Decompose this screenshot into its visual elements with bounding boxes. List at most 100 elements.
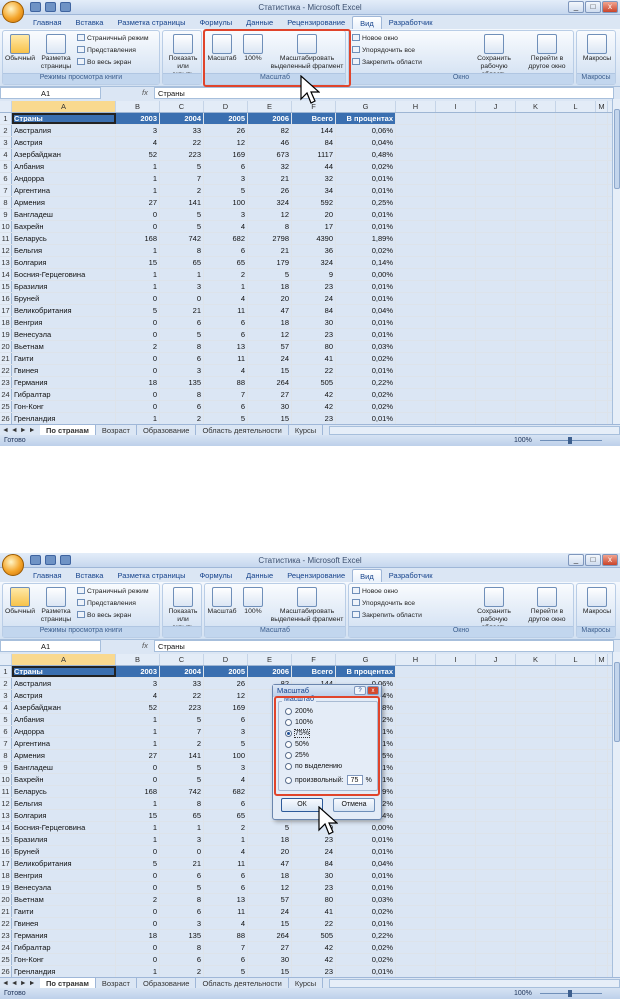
cell[interactable]: 0 — [116, 317, 160, 328]
cell[interactable]: 52 — [116, 702, 160, 713]
empty-cell[interactable] — [596, 125, 608, 136]
row-number[interactable]: 2 — [0, 125, 12, 136]
cell[interactable]: Бельгия — [12, 245, 116, 256]
row-number[interactable]: 13 — [0, 810, 12, 821]
dialog-close-icon[interactable]: x — [367, 686, 379, 695]
empty-cell[interactable] — [556, 954, 596, 965]
cell[interactable]: 12 — [248, 882, 292, 893]
empty-cell[interactable] — [476, 762, 516, 773]
header-cell[interactable]: 2004 — [160, 666, 204, 677]
empty-cell[interactable] — [396, 257, 436, 268]
cell[interactable]: 21 — [160, 305, 204, 316]
cell[interactable]: 5 — [160, 221, 204, 232]
cell[interactable]: 47 — [248, 305, 292, 316]
minimize-button[interactable]: _ — [568, 554, 584, 566]
new-window-button[interactable]: Новое окно — [352, 587, 398, 596]
cell[interactable]: Гибралтар — [12, 389, 116, 400]
empty-cell[interactable] — [516, 798, 556, 809]
cell[interactable]: 1 — [116, 185, 160, 196]
vertical-scrollbar[interactable] — [612, 652, 620, 980]
formula-bar[interactable]: Страны — [154, 640, 614, 652]
cell[interactable]: 1 — [116, 161, 160, 172]
office-button[interactable] — [2, 554, 24, 576]
column-header[interactable]: G — [336, 101, 396, 112]
column-header[interactable]: A — [12, 101, 116, 112]
empty-cell[interactable] — [516, 942, 556, 953]
empty-cell[interactable] — [516, 173, 556, 184]
cell[interactable]: Болгария — [12, 257, 116, 268]
empty-cell[interactable] — [596, 221, 608, 232]
cell[interactable]: 6 — [160, 353, 204, 364]
cell[interactable]: 11 — [204, 353, 248, 364]
switch-windows-button[interactable]: Перейти в другое окно — [521, 587, 573, 624]
cell[interactable]: 0,01% — [336, 317, 396, 328]
cell[interactable]: 41 — [292, 353, 336, 364]
empty-cell[interactable] — [476, 966, 516, 977]
empty-cell[interactable] — [396, 906, 436, 917]
empty-cell[interactable] — [516, 762, 556, 773]
cell[interactable]: 12 — [248, 329, 292, 340]
cell[interactable]: 65 — [204, 810, 248, 821]
cell[interactable]: 0,06% — [336, 125, 396, 136]
header-cell[interactable]: Всего — [292, 113, 336, 124]
cell[interactable]: 11 — [204, 305, 248, 316]
row-number[interactable]: 3 — [0, 690, 12, 701]
empty-cell[interactable] — [476, 257, 516, 268]
empty-cell[interactable] — [516, 353, 556, 364]
tab-view[interactable]: Вид — [352, 16, 382, 29]
tab-insert[interactable]: Вставка — [69, 16, 111, 29]
cell[interactable]: 42 — [292, 389, 336, 400]
empty-cell[interactable] — [396, 161, 436, 172]
empty-cell[interactable] — [396, 281, 436, 292]
cell[interactable]: 0,01% — [336, 870, 396, 881]
cell[interactable]: 4 — [116, 690, 160, 701]
empty-cell[interactable] — [476, 750, 516, 761]
cell[interactable]: 682 — [204, 786, 248, 797]
empty-cell[interactable] — [516, 125, 556, 136]
cell[interactable]: Венгрия — [12, 870, 116, 881]
empty-cell[interactable] — [436, 786, 476, 797]
cell[interactable]: 46 — [248, 137, 292, 148]
cell[interactable]: Германия — [12, 377, 116, 388]
cell[interactable]: 65 — [160, 810, 204, 821]
zoom-slider[interactable] — [540, 990, 602, 997]
row-number[interactable]: 3 — [0, 137, 12, 148]
cell[interactable]: 0,01% — [336, 329, 396, 340]
zoom-slider-thumb[interactable] — [568, 990, 572, 997]
sheet-tab-activity[interactable]: Область деятельности — [196, 424, 289, 436]
cell[interactable]: 5 — [204, 185, 248, 196]
empty-cell[interactable] — [596, 954, 608, 965]
empty-cell[interactable] — [556, 882, 596, 893]
tab-home[interactable]: Главная — [26, 569, 69, 582]
option-200[interactable]: 200% — [285, 708, 313, 715]
sheet-nav-arrows[interactable]: ◄ ◄ ► ► — [0, 980, 40, 987]
cell[interactable]: Великобритания — [12, 858, 116, 869]
cell[interactable]: 8 — [160, 245, 204, 256]
empty-cell[interactable] — [436, 714, 476, 725]
cell[interactable]: 5 — [160, 714, 204, 725]
empty-cell[interactable] — [556, 209, 596, 220]
cell[interactable]: 20 — [248, 293, 292, 304]
zoom-slider[interactable] — [540, 437, 602, 444]
empty-cell[interactable] — [516, 305, 556, 316]
empty-cell[interactable] — [516, 714, 556, 725]
cell[interactable]: 23 — [292, 882, 336, 893]
empty-cell[interactable] — [436, 894, 476, 905]
empty-cell[interactable] — [516, 317, 556, 328]
row-number[interactable]: 8 — [0, 750, 12, 761]
cell[interactable]: 12 — [204, 690, 248, 701]
cell[interactable]: Бруней — [12, 293, 116, 304]
cell[interactable]: 23 — [292, 413, 336, 424]
radio-selected-icon[interactable] — [285, 730, 292, 737]
empty-cell[interactable] — [596, 389, 608, 400]
empty-cell[interactable] — [436, 233, 476, 244]
select-all-corner[interactable] — [0, 101, 12, 112]
empty-cell[interactable] — [476, 233, 516, 244]
empty-cell[interactable] — [436, 293, 476, 304]
empty-cell[interactable] — [556, 185, 596, 196]
empty-cell[interactable] — [516, 906, 556, 917]
cell[interactable]: 0 — [116, 918, 160, 929]
empty-cell[interactable] — [476, 666, 516, 677]
empty-cell[interactable] — [596, 714, 608, 725]
cell[interactable]: 7 — [204, 942, 248, 953]
